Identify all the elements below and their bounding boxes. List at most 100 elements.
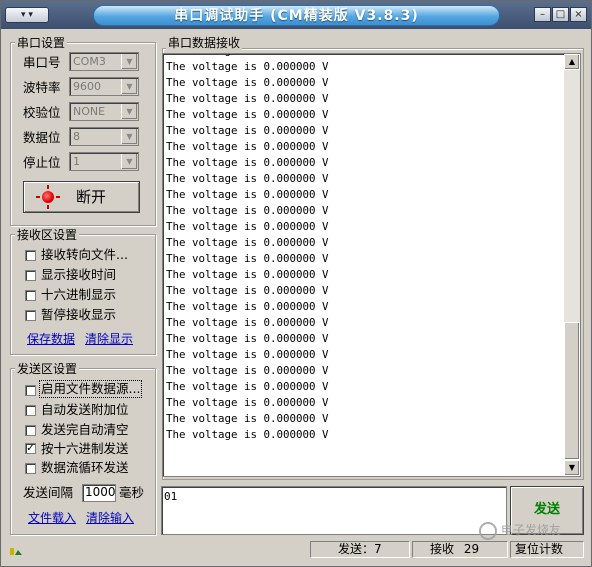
- receive-line: The voltage is 0.000000 V: [166, 284, 329, 297]
- receive-line: The voltage is 0.000000 V: [166, 140, 329, 153]
- receive-line: The voltage is 0.000000 V: [166, 412, 329, 425]
- reset-count-button[interactable]: 复位计数: [510, 541, 584, 558]
- send-count: 发送：7: [338, 542, 382, 556]
- receive-line: The voltage is 0.000000 V: [166, 204, 329, 217]
- loop-send-label: 数据流循环发送: [41, 460, 129, 475]
- hex-send-label: 按十六进制发送: [41, 441, 129, 456]
- open-close-port-button[interactable]: 断开: [23, 181, 140, 213]
- receive-line: The voltage is 0.000000 V: [166, 300, 329, 313]
- clear-display-link[interactable]: 清除显示: [85, 332, 133, 346]
- chevron-down-icon[interactable]: ▼: [121, 79, 137, 94]
- receive-line: The voltage is 0.000000 V: [166, 364, 329, 377]
- send-count-panel: 发送：7: [310, 541, 410, 558]
- receive-to-file-label: 接收转向文件...: [41, 247, 128, 262]
- vertical-scrollbar[interactable]: ▲ ▼: [564, 54, 580, 476]
- send-button-label: 发送: [533, 502, 560, 517]
- baud-select[interactable]: 9600 ▼: [69, 77, 139, 96]
- title-bar: ▾ ▾ 串口调试助手 (CM精装版 V3.8.3) – □ ×: [1, 1, 591, 29]
- receive-count-panel: 接收 29: [412, 541, 508, 558]
- watermark-text: 电子发烧友: [500, 523, 561, 537]
- load-file-link[interactable]: 文件载入: [28, 511, 76, 525]
- stopbits-value: 1: [73, 155, 80, 168]
- receive-line: The voltage is 0.000000 V: [166, 92, 329, 105]
- databits-select[interactable]: 8 ▼: [69, 127, 139, 146]
- led-ray: [36, 196, 40, 198]
- save-data-link[interactable]: 保存数据: [27, 332, 75, 346]
- stopbits-label: 停止位: [23, 155, 61, 170]
- clear-input-link[interactable]: 清除输入: [86, 511, 134, 525]
- title-pill: 串口调试助手 (CM精装版 V3.8.3): [93, 5, 500, 26]
- stopbits-select[interactable]: 1 ▼: [69, 152, 139, 171]
- main-window: ▾ ▾ 串口调试助手 (CM精装版 V3.8.3) – □ × 串口设置 串口号…: [0, 0, 592, 567]
- pause-receive-checkbox[interactable]: [25, 310, 36, 321]
- receive-to-file-checkbox[interactable]: [25, 250, 36, 261]
- receive-line: The voltage is 0.000000 V: [166, 396, 329, 409]
- status-bar: 发送：7 接收 29 复位计数 电子发烧友: [1, 521, 591, 566]
- receive-count-label: 接收: [430, 542, 455, 556]
- open-close-port-label: 断开: [76, 188, 107, 206]
- auto-clear-label: 发送完自动清空: [41, 422, 129, 437]
- scrollbar-thumb[interactable]: [564, 322, 580, 460]
- interval-input[interactable]: 1000: [82, 484, 116, 502]
- reset-count-label: 复位计数: [515, 542, 564, 556]
- watermark-logo-icon: [479, 521, 497, 540]
- scroll-up-icon[interactable]: ▲: [564, 54, 580, 70]
- window-title: 串口调试助手 (CM精装版 V3.8.3): [174, 8, 419, 24]
- chevron-down-icon[interactable]: ▼: [121, 104, 137, 119]
- maximize-icon[interactable]: □: [552, 7, 569, 22]
- databits-value: 8: [73, 130, 80, 143]
- interval-unit: 毫秒: [119, 485, 145, 500]
- show-receive-time-label: 显示接收时间: [41, 267, 117, 282]
- receive-area-title: 串口数据接收: [166, 36, 243, 50]
- file-source-label: 启用文件数据源...: [38, 380, 143, 398]
- receive-line: The voltage is 0.000000 V: [166, 76, 329, 89]
- receive-line: The voltage is 0.000000 V: [166, 124, 329, 137]
- port-value: COM3: [73, 55, 106, 68]
- receive-line: The voltage is 0.000000 V: [166, 428, 329, 441]
- auto-append-label: 自动发送附加位: [41, 402, 129, 417]
- receive-line: The voltage is 0.000000 V: [166, 220, 329, 233]
- loop-send-checkbox[interactable]: [25, 463, 36, 474]
- port-status-led-icon: [42, 191, 54, 203]
- parity-value: NONE: [73, 105, 106, 118]
- hex-display-checkbox[interactable]: [25, 290, 36, 301]
- send-settings-title: 发送区设置: [15, 362, 80, 376]
- port-settings-title: 串口设置: [15, 36, 68, 50]
- port-select[interactable]: COM3 ▼: [69, 52, 139, 71]
- receive-line: The voltage is 0.000000 V: [166, 332, 329, 345]
- receive-line: The voltage is 0.000000 V: [166, 380, 329, 393]
- port-label: 串口号: [23, 55, 61, 70]
- chevron-down-icon[interactable]: ▼: [121, 154, 137, 169]
- parity-label: 校验位: [23, 105, 61, 120]
- show-receive-time-checkbox[interactable]: [25, 270, 36, 281]
- minimize-icon[interactable]: –: [534, 7, 551, 22]
- status-app-icon: [9, 545, 23, 557]
- baud-label: 波特率: [23, 80, 61, 95]
- led-ray: [47, 185, 49, 189]
- receive-line: The voltage is 0.000000 V: [166, 252, 329, 265]
- receive-line: The voltage is 0.000000 V: [166, 316, 329, 329]
- receive-text-area[interactable]: The voltage is 0.000000 V The voltage is …: [162, 53, 581, 477]
- receive-line: The voltage is 0.000000 V: [166, 108, 329, 121]
- chevron-down-icon[interactable]: ▼: [121, 129, 137, 144]
- hex-display-label: 十六进制显示: [41, 287, 117, 302]
- receive-line: The voltage is 0.000000 V: [166, 348, 329, 361]
- auto-clear-checkbox[interactable]: [25, 425, 36, 436]
- scroll-down-icon[interactable]: ▼: [564, 460, 580, 476]
- parity-select[interactable]: NONE ▼: [69, 102, 139, 121]
- file-source-checkbox[interactable]: [25, 385, 36, 396]
- send-input-area[interactable]: 01: [161, 486, 507, 535]
- receive-line: The voltage is 0.000000 V: [166, 172, 329, 185]
- auto-append-checkbox[interactable]: [25, 405, 36, 416]
- receive-line: The voltage is 0.000000 V: [166, 268, 329, 281]
- receive-line: The voltage is 0.000000 V: [166, 236, 329, 249]
- send-input-value: 01: [164, 490, 178, 503]
- hex-send-checkbox[interactable]: ✓: [25, 443, 36, 454]
- close-icon[interactable]: ×: [570, 7, 587, 22]
- watermark: 电子发烧友: [479, 521, 561, 540]
- app-menu-icon[interactable]: ▾ ▾: [5, 7, 49, 23]
- receive-count-value: 29: [463, 542, 480, 556]
- led-ray: [56, 196, 60, 198]
- receive-lines: The voltage is 0.000000 V The voltage is …: [166, 54, 329, 443]
- chevron-down-icon[interactable]: ▼: [121, 54, 137, 69]
